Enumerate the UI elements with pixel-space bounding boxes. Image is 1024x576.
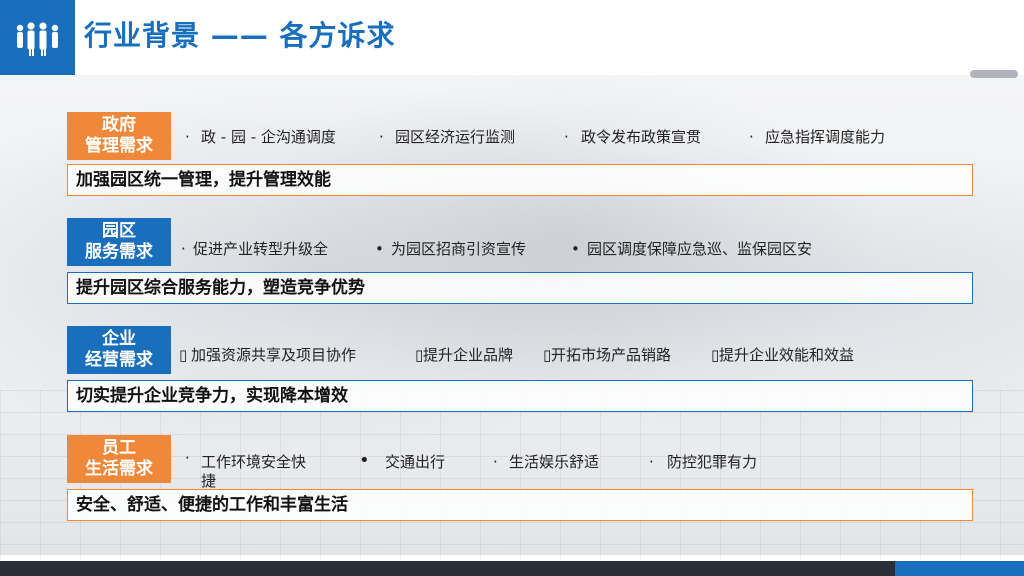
point-item: 园区经济运行监测 xyxy=(395,128,516,146)
summary-bar: 加强园区统一管理，提升管理效能 xyxy=(67,164,973,196)
bullet-dot: · xyxy=(649,453,654,471)
bullet-dot: · xyxy=(185,449,190,467)
point-item: 工作环境安全快捷 xyxy=(201,453,307,490)
point-item: 提升企业效能和效益 xyxy=(719,346,855,364)
footer-bar-dark xyxy=(0,561,895,576)
summary-bar: 提升园区综合服务能力，塑造竞争优势 xyxy=(67,272,973,304)
bullet-dot: · xyxy=(564,128,569,146)
decorative-bar xyxy=(970,70,1018,78)
bullet-dot: · xyxy=(493,453,498,471)
tag-line2: 服务需求 xyxy=(85,242,153,262)
point-item: 防控犯罪有力 xyxy=(667,453,758,471)
tag-line1: 企业 xyxy=(102,329,136,349)
point-item: 园区调度保障应急巡、监保园区安 xyxy=(587,240,813,258)
bullet-dot: · xyxy=(181,240,186,258)
tag-park: 园区 服务需求 xyxy=(67,218,171,266)
tag-line2: 经营需求 xyxy=(85,350,153,370)
bullet-dot: • xyxy=(359,450,370,471)
tag-line1: 员工 xyxy=(102,438,136,458)
point-item: 政 - 园 - 企沟通调度 xyxy=(201,128,336,146)
tag-line1: 园区 xyxy=(102,221,136,241)
point-item: 加强资源共享及项目协作 xyxy=(191,346,357,364)
point-item: 政令发布政策宣贯 xyxy=(581,128,702,146)
point-item: 生活娱乐舒适 xyxy=(509,453,600,471)
points-list: · 工作环境安全快捷 • 交通出行 · 生活娱乐舒适 · 防控犯罪有力 xyxy=(179,449,959,493)
bullet-dot: • xyxy=(375,240,384,258)
header-icon-box xyxy=(0,0,75,75)
bullet-dot: · xyxy=(749,128,754,146)
tag-staff: 员工 生活需求 xyxy=(67,435,171,483)
point-item: 促进产业转型升级全 xyxy=(193,240,329,258)
summary-bar: 切实提升企业竞争力，实现降本增效 xyxy=(67,380,973,412)
point-item: 应急指挥调度能力 xyxy=(765,128,886,146)
bullet-box: ▯ xyxy=(179,346,188,364)
tag-government: 政府 管理需求 xyxy=(67,112,171,160)
tag-line2: 生活需求 xyxy=(85,459,153,479)
tag-line2: 管理需求 xyxy=(85,136,153,156)
bullet-dot: · xyxy=(379,128,384,146)
point-item: 开拓市场产品销路 xyxy=(551,346,672,364)
point-item: 交通出行 xyxy=(385,453,446,471)
point-item: 提升企业品牌 xyxy=(423,346,514,364)
footer-bar-blue xyxy=(895,561,1024,576)
page-title: 行业背景 —— 各方诉求 xyxy=(84,19,396,52)
people-group-icon xyxy=(16,21,58,56)
points-list: · 政 - 园 - 企沟通调度 · 园区经济运行监测 · 政令发布政策宣贯 · … xyxy=(179,128,959,168)
tag-line1: 政府 xyxy=(102,115,136,135)
bullet-dot: · xyxy=(185,128,190,146)
tag-enterprise: 企业 经营需求 xyxy=(67,326,171,374)
point-item: 为园区招商引资宣传 xyxy=(391,240,527,258)
summary-bar: 安全、舒适、便捷的工作和丰富生活 xyxy=(67,489,973,521)
bullet-dot: • xyxy=(571,240,580,258)
